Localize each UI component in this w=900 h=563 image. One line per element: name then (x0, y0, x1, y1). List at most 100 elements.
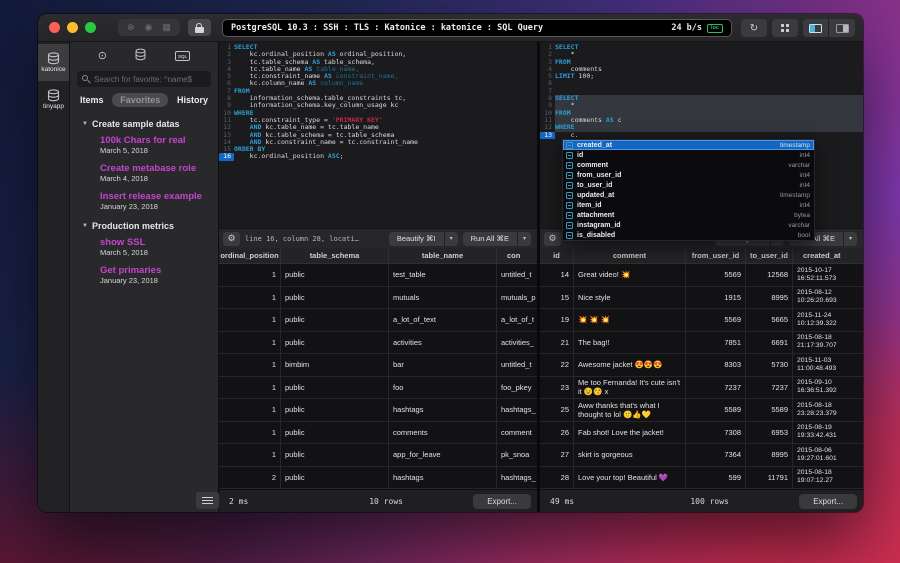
editor-line[interactable]: 1SELECT (219, 44, 537, 51)
cell-from-user-id[interactable]: 5569 (686, 309, 746, 331)
cell-to-user-id[interactable]: 8995 (746, 444, 793, 466)
autocomplete-item[interactable]: attachmentbytea (563, 210, 814, 220)
tab-history[interactable]: History (177, 95, 208, 105)
autocomplete-item[interactable]: commentvarchar (563, 160, 814, 170)
chevron-down-icon[interactable]: ▾ (518, 232, 531, 246)
editor-line[interactable]: 15ORDER BY (219, 146, 537, 153)
cell-comment[interactable]: skirt is gorgeous (574, 444, 686, 466)
sql-file-icon[interactable]: SQL (175, 51, 190, 61)
column-header[interactable]: created_at (793, 248, 863, 263)
cell-table-name[interactable]: bar (389, 354, 497, 376)
cell-table-schema[interactable]: public (281, 467, 389, 489)
apps-grid-button[interactable] (772, 19, 798, 37)
editor-line[interactable]: 13 AND kc.table_schema = tc.table_schema (219, 132, 537, 139)
table-row[interactable]: 26Fab shot! Love the jacket!730869532015… (540, 422, 863, 445)
cell-created-at[interactable]: 2015-08-1919:33:42.431 (793, 422, 863, 444)
disclosure-triangle-icon[interactable]: ▼ (82, 223, 88, 229)
cell-to-user-id[interactable]: 8995 (746, 287, 793, 309)
cell-table-schema[interactable]: bimbim (281, 354, 389, 376)
eye-icon[interactable]: ◉ (145, 23, 153, 32)
cell-created-at[interactable]: 2015-08-1821:17:39.707 (793, 332, 863, 354)
cell-to-user-id[interactable]: 6953 (746, 422, 793, 444)
cell-constraint-name[interactable]: hashtags_ (497, 467, 537, 489)
refresh-button[interactable]: ↻ (741, 19, 767, 37)
editor-line[interactable]: 11 comments AS c (540, 117, 863, 124)
console-toggle-button[interactable] (196, 492, 219, 509)
cell-constraint-name[interactable]: foo_pkey (497, 377, 537, 399)
table-row[interactable]: 28Love your top! Beautiful 💜599117912015… (540, 467, 863, 490)
editor-line[interactable]: 7 (540, 88, 863, 95)
autocomplete-item[interactable]: item_idint4 (563, 200, 814, 210)
table-row[interactable]: 21The bag!!785166912015-08-1821:17:39.70… (540, 332, 863, 355)
cell-comment[interactable]: 💥 💥 💥 (574, 309, 686, 331)
cell-created-at[interactable]: 2015-08-1210:26:20.693 (793, 287, 863, 309)
cell-comment[interactable]: Fab shot! Love the jacket! (574, 422, 686, 444)
table-row[interactable]: 15Nice style191589952015-08-1210:26:20.6… (540, 287, 863, 310)
autocomplete-item[interactable]: idint4 (563, 150, 814, 160)
table-row[interactable]: 22Awesome jacket 😍😍😍830357302015-11-0311… (540, 354, 863, 377)
cell-constraint-name[interactable]: comment (497, 422, 537, 444)
editor-line[interactable]: 3FROM (540, 59, 863, 66)
search-input[interactable] (94, 75, 206, 84)
cell-ordinal-position[interactable]: 1 (219, 287, 281, 309)
table-row[interactable]: 1publicfoofoo_pkey (219, 377, 537, 400)
editor-line[interactable]: 10WHERE (219, 110, 537, 117)
rail-connection-katonice[interactable]: katonice (38, 44, 69, 81)
cell-constraint-name[interactable]: a_lot_of_t (497, 309, 537, 331)
cell-table-name[interactable]: hashtags (389, 467, 497, 489)
table-row[interactable]: 1publichashtagshashtags_ (219, 399, 537, 422)
cell-table-schema[interactable]: public (281, 399, 389, 421)
alert-box-icon[interactable]: ▦ (162, 23, 171, 32)
table-row[interactable]: 23Me too Fernanda! It's cute isn't it 😉😚… (540, 377, 863, 400)
editor-line[interactable]: 10FROM (540, 110, 863, 117)
editor-settings-button[interactable]: ⚙ (223, 232, 240, 246)
run-all-button[interactable]: Run All ⌘E ▾ (463, 232, 531, 246)
cell-comment[interactable]: Great video! 💥 (574, 264, 686, 286)
export-button[interactable]: Export... (473, 494, 531, 509)
column-header[interactable]: from_user_id (686, 248, 746, 263)
cell-table-schema[interactable]: public (281, 444, 389, 466)
favorite-item[interactable]: Get primariesJanuary 23, 2018 (70, 265, 218, 285)
cell-table-name[interactable]: app_for_leave (389, 444, 497, 466)
cell-id[interactable]: 25 (540, 399, 574, 421)
cell-constraint-name[interactable]: hashtags_ (497, 399, 537, 421)
cell-table-name[interactable]: mutuals (389, 287, 497, 309)
cell-from-user-id[interactable]: 7364 (686, 444, 746, 466)
cell-id[interactable]: 21 (540, 332, 574, 354)
cell-to-user-id[interactable]: 12568 (746, 264, 793, 286)
cell-id[interactable]: 23 (540, 377, 574, 399)
table-row[interactable]: 1publicapp_for_leavepk_snoa (219, 444, 537, 467)
editor-line[interactable]: 16 kc.ordinal_position ASC; (219, 153, 537, 160)
autocomplete-item[interactable]: is_disabledbool (563, 230, 814, 240)
chevron-down-icon[interactable]: ▾ (844, 232, 857, 246)
cell-ordinal-position[interactable]: 1 (219, 354, 281, 376)
cell-table-schema[interactable]: public (281, 332, 389, 354)
favorite-item[interactable]: Create metabase roleMarch 4, 2018 (70, 163, 218, 183)
cell-constraint-name[interactable]: activities_ (497, 332, 537, 354)
cell-id[interactable]: 27 (540, 444, 574, 466)
editor-line[interactable]: 1SELECT (540, 44, 863, 51)
table-row[interactable]: 1publiccommentscomment (219, 422, 537, 445)
cell-created-at[interactable]: 2015-08-1819:07:12.27 (793, 467, 863, 489)
cell-ordinal-position[interactable]: 1 (219, 332, 281, 354)
chevron-down-icon[interactable]: ▾ (445, 232, 458, 246)
editor-line[interactable]: 3 tc.table_schema AS table_schema, (219, 59, 537, 66)
column-header[interactable]: con (497, 248, 537, 263)
editor-line[interactable]: 2 * (540, 51, 863, 58)
autocomplete-item[interactable]: updated_attimestamp (563, 190, 814, 200)
cell-table-name[interactable]: a_lot_of_text (389, 309, 497, 331)
favorite-item[interactable]: 100k Chars for realMarch 5, 2018 (70, 135, 218, 155)
cell-table-name[interactable]: activities (389, 332, 497, 354)
cell-ordinal-position[interactable]: 2 (219, 467, 281, 489)
zoom-window-button[interactable] (85, 22, 96, 33)
table-row[interactable]: 27skirt is gorgeous736489952015-08-0619:… (540, 444, 863, 467)
cell-id[interactable]: 14 (540, 264, 574, 286)
column-header[interactable]: id (540, 248, 574, 263)
editor-line[interactable]: 11 tc.constraint_type = 'PRIMARY KEY' (219, 117, 537, 124)
cell-comment[interactable]: Love your top! Beautiful 💜 (574, 467, 686, 489)
toggle-right-panel-button[interactable] (829, 19, 855, 37)
cell-from-user-id[interactable]: 1915 (686, 287, 746, 309)
table-row[interactable]: 25Aww thanks that's what I thought to lo… (540, 399, 863, 422)
cell-to-user-id[interactable]: 5730 (746, 354, 793, 376)
column-header[interactable]: table_schema (281, 248, 389, 263)
